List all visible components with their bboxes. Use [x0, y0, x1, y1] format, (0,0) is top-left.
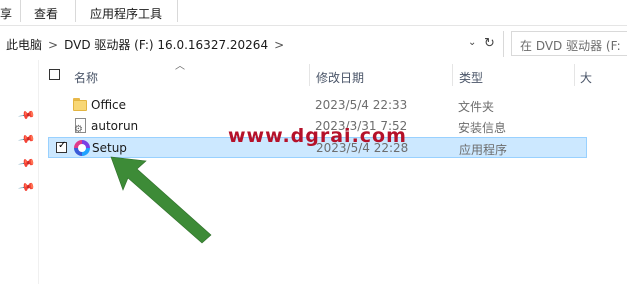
annotation-arrow	[110, 156, 212, 244]
arrow-icon	[110, 156, 212, 244]
